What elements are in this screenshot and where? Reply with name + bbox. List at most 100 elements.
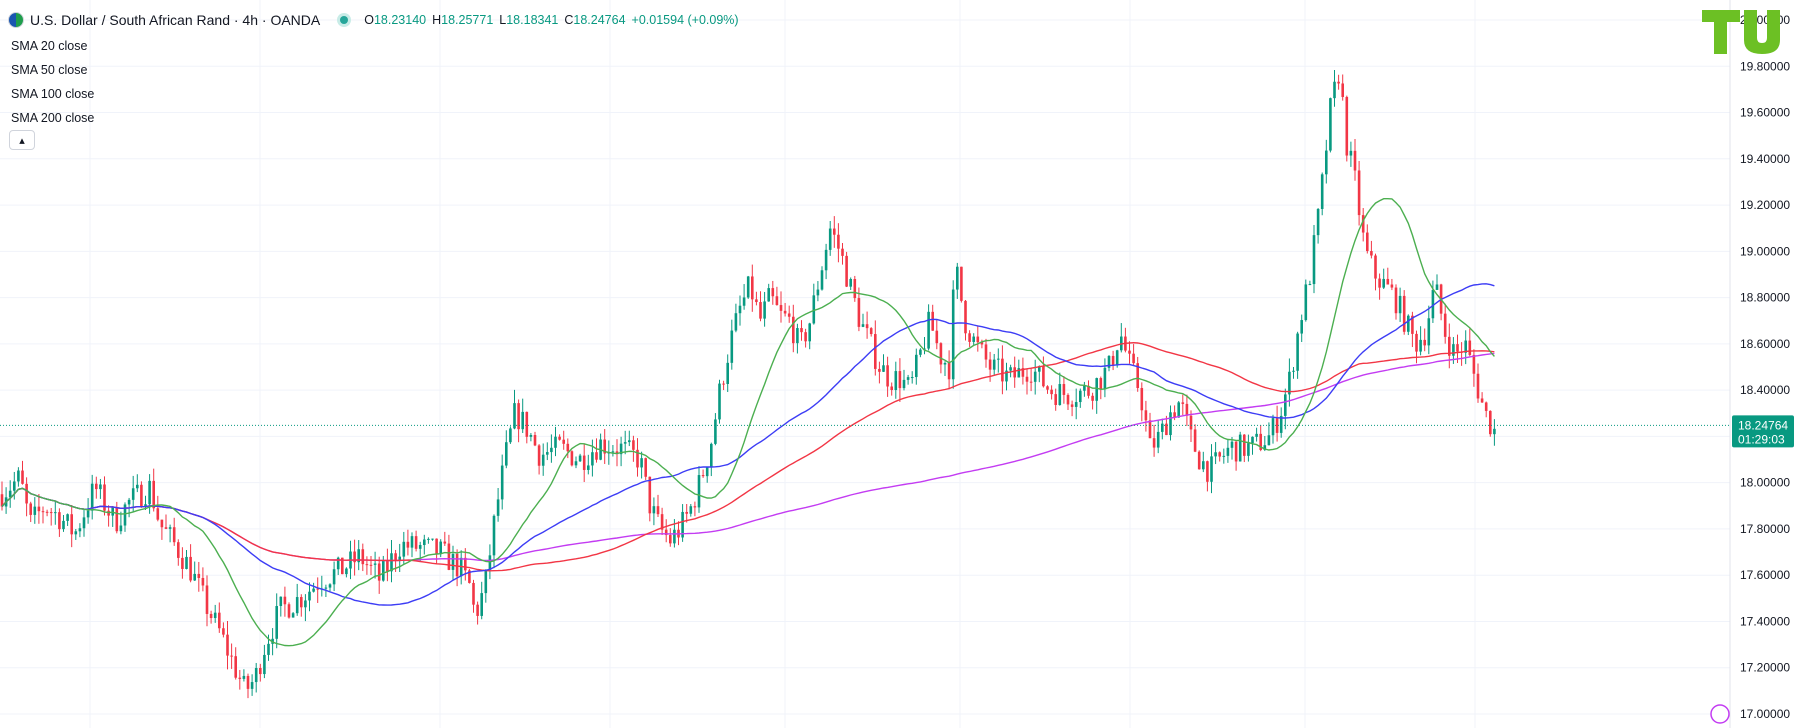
countdown-label: 01:29:03 [1738, 432, 1785, 446]
candle-body [152, 480, 155, 509]
price-chart[interactable]: 17.00000 17.20000 17.40000 17.60000 17.80000… [0, 0, 1800, 728]
candle-body [902, 379, 906, 389]
candle-body [500, 465, 504, 500]
candle-body [205, 585, 209, 614]
candle-body [209, 613, 213, 619]
collapse-legend-button[interactable]: ▴ [9, 130, 35, 150]
candle-body [1025, 376, 1029, 382]
candle-body [1472, 354, 1476, 374]
candle-body [964, 300, 967, 334]
candle-body [898, 371, 902, 389]
y-tick-label: 18.00000 [1740, 476, 1790, 490]
candle-body [213, 612, 217, 619]
candle-body [496, 499, 500, 516]
candle-body [775, 296, 779, 306]
candle-body [283, 596, 287, 605]
candle-body [1169, 412, 1172, 436]
candle-body [943, 363, 947, 365]
candle-body [726, 362, 729, 384]
candle-body [673, 529, 676, 544]
candle-body [763, 301, 766, 319]
candle-body [935, 330, 939, 344]
indicator-legend: SMA 20 close SMA 50 close SMA 100 close … [11, 34, 94, 130]
candle-body [1296, 333, 1299, 371]
candle-body [951, 289, 955, 380]
candle-body [783, 310, 787, 314]
candle-body [86, 510, 90, 518]
candle-body [787, 313, 791, 317]
candle-body [189, 556, 192, 581]
y-tick-label: 17.00000 [1740, 707, 1790, 721]
candle-body [17, 470, 20, 482]
currency-flag-icon [8, 12, 24, 28]
candle-body [656, 506, 660, 515]
candle-body [1493, 428, 1496, 435]
indicator-sma50[interactable]: SMA 50 close [11, 58, 94, 82]
candle-body [1062, 384, 1066, 395]
candle-body [1132, 353, 1135, 364]
candle-body [997, 358, 1000, 360]
candle-body [21, 470, 24, 484]
candle-body [874, 334, 877, 369]
candle-body [541, 454, 545, 466]
candle-body [25, 483, 28, 504]
candle-body [1042, 366, 1045, 387]
candle-body [279, 596, 283, 607]
candle-body [513, 403, 516, 429]
symbol-title[interactable]: U.S. Dollar / South African Rand · 4h · … [30, 12, 320, 28]
chart-header: U.S. Dollar / South African Rand · 4h · … [8, 10, 739, 30]
candle-body [566, 443, 570, 452]
candle-body [1029, 381, 1033, 383]
candle-body [431, 538, 434, 540]
candle-body [841, 248, 844, 256]
candle-body [648, 476, 652, 514]
indicator-sma100[interactable]: SMA 100 close [11, 82, 94, 106]
candle-body [882, 365, 885, 372]
candle-body [718, 383, 721, 420]
candle-body [574, 461, 578, 466]
candle-body [410, 536, 414, 548]
candle-body [751, 276, 754, 300]
candle-body [259, 667, 262, 675]
candle-body [1415, 333, 1418, 352]
candle-body [1333, 81, 1336, 99]
candle-body [894, 371, 898, 391]
candle-body [1033, 371, 1037, 382]
candle-body [796, 328, 799, 344]
candle-body [127, 499, 131, 505]
ohlc-high: H18.25771 [432, 13, 494, 27]
candle-body [58, 512, 61, 530]
candle-body [1234, 441, 1238, 462]
candle-body [632, 440, 635, 450]
candle-body [759, 302, 762, 319]
candle-body [295, 597, 299, 614]
candle-body [1382, 278, 1385, 288]
candle-body [587, 465, 590, 470]
candle-body [1255, 433, 1258, 437]
candle-body [181, 557, 184, 569]
candle-body [611, 451, 615, 453]
candle-body [1243, 434, 1246, 456]
ohlc-readout: O18.23140 H18.25771 L18.18341 C18.24764 … [364, 13, 738, 27]
candle-body [849, 279, 852, 287]
candle-body [960, 266, 963, 301]
candle-body [1009, 367, 1012, 371]
y-tick-label: 17.60000 [1740, 568, 1790, 582]
candle-body [168, 527, 172, 529]
candle-body [263, 654, 266, 675]
candle-body [1312, 235, 1316, 285]
candle-body [1103, 367, 1107, 390]
candle-body [1423, 339, 1426, 346]
candle-body [1214, 452, 1217, 457]
candle-body [74, 531, 78, 535]
candle-body [402, 541, 406, 557]
candle-body [41, 511, 45, 513]
indicator-sma20[interactable]: SMA 20 close [11, 34, 94, 58]
candle-body [291, 613, 295, 618]
candle-body [956, 266, 959, 290]
candle-body [689, 506, 693, 514]
y-tick-label: 19.20000 [1740, 198, 1790, 212]
candle-body [1193, 429, 1197, 452]
indicator-sma200[interactable]: SMA 200 close [11, 106, 94, 130]
ohlc-change: +0.01594 (+0.09%) [631, 13, 739, 27]
